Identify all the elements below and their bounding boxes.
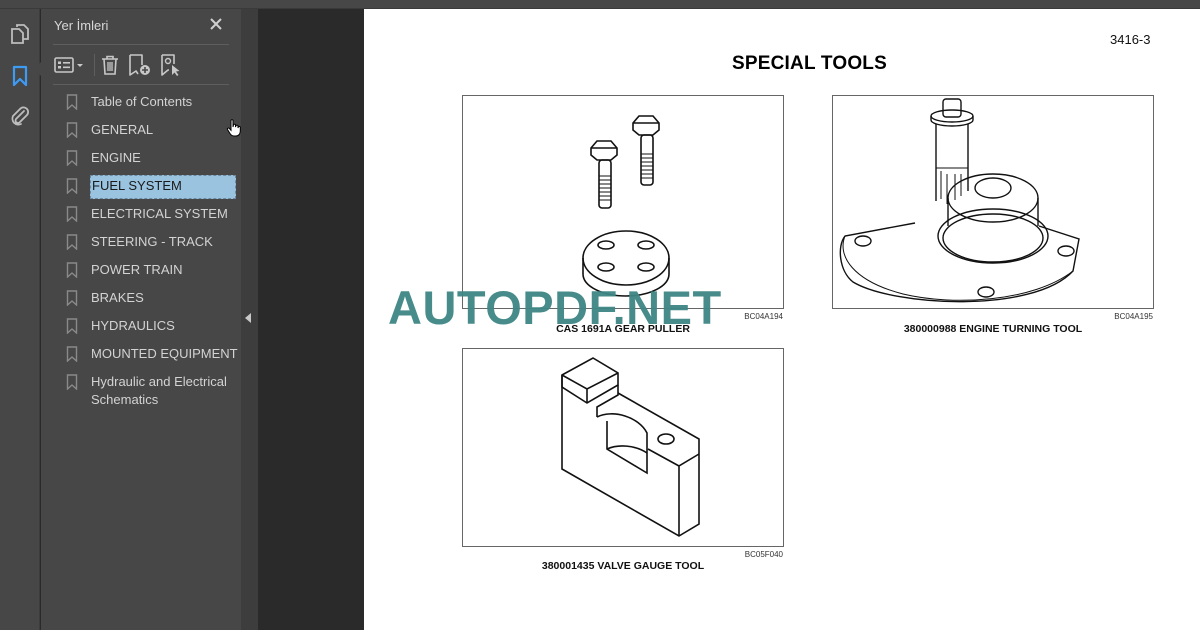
- bookmark-icon: [66, 178, 78, 194]
- options-menu-icon: [54, 57, 83, 73]
- bookmark-label: ENGINE: [91, 150, 141, 165]
- bookmark-icon: [66, 234, 78, 250]
- delete-icon: [102, 55, 118, 75]
- bookmarks-button[interactable]: [8, 64, 32, 88]
- page-title: SPECIAL TOOLS: [732, 53, 887, 74]
- figure-valve-gauge-tool: BC05F040: [462, 348, 784, 559]
- pages-icon: [11, 24, 29, 44]
- bookmark-icon: [66, 318, 78, 334]
- figure-code: BC05F040: [744, 550, 783, 559]
- valve-gauge-tool-illustration: [561, 357, 700, 537]
- page-thumbnails-button[interactable]: [8, 22, 32, 46]
- figure-caption: 380000988 ENGINE TURNING TOOL: [903, 323, 1083, 335]
- attachments-button[interactable]: [8, 104, 32, 128]
- bookmark-label: HYDRAULICS: [91, 318, 175, 333]
- add-bookmark-icon: [129, 54, 150, 76]
- close-panel-button[interactable]: [207, 15, 225, 33]
- panel-separator: [53, 44, 229, 45]
- toolbar-divider: [94, 54, 95, 76]
- attachment-icon: [11, 106, 29, 126]
- bookmark-item[interactable]: BRAKES: [66, 287, 241, 311]
- engine-turning-tool-illustration: [839, 98, 1080, 303]
- bookmark-icon: [66, 206, 78, 222]
- add-bookmark-button[interactable]: [127, 52, 153, 78]
- figure-code: BC04A194: [744, 312, 783, 321]
- figure-gear-puller: BC04A194: [462, 95, 784, 321]
- bookmark-icon: [12, 65, 28, 87]
- panel-separator-2: [53, 84, 229, 85]
- bookmark-item[interactable]: ELECTRICAL SYSTEM: [66, 203, 241, 227]
- bookmark-item[interactable]: Table of Contents: [66, 91, 241, 115]
- bookmark-icon: [66, 94, 78, 110]
- close-icon: [210, 18, 222, 30]
- bookmark-label: STEERING - TRACK: [91, 234, 213, 249]
- page-number: 3416-3: [1110, 32, 1151, 47]
- options-menu-button[interactable]: [53, 52, 87, 78]
- bookmark-icon: [66, 374, 78, 390]
- bookmark-label[interactable]: FUEL SYSTEM: [90, 175, 236, 199]
- bookmarks-toolbar: [53, 52, 229, 78]
- figure-code: BC04A195: [1114, 312, 1153, 321]
- bookmark-label: ELECTRICAL SYSTEM: [91, 206, 228, 221]
- bookmark-item[interactable]: GENERAL: [66, 119, 241, 143]
- bookmark-icon: [66, 346, 78, 362]
- delete-bookmark-button[interactable]: [99, 52, 121, 78]
- document-page: 3416-3 SPECIAL TOOLS BC04A194 CAS 1691A …: [364, 9, 1200, 630]
- figure-engine-turning-tool: BC04A195: [832, 95, 1154, 321]
- bookmark-icon: [66, 290, 78, 306]
- bookmark-icon: [66, 122, 78, 138]
- bookmark-label: MOUNTED EQUIPMENT: [91, 346, 238, 361]
- bookmark-item[interactable]: Hydraulic and Electrical Schematics: [66, 371, 241, 411]
- panel-title: Yer İmleri: [54, 18, 109, 33]
- collapse-panel-button[interactable]: [245, 313, 251, 323]
- bookmark-label: Hydraulic and Electrical Schematics: [91, 374, 227, 407]
- bookmark-icon: [66, 262, 78, 278]
- bookmark-item[interactable]: POWER TRAIN: [66, 259, 241, 283]
- bookmark-item[interactable]: STEERING - TRACK: [66, 231, 241, 255]
- bookmark-item[interactable]: MOUNTED EQUIPMENT: [66, 343, 241, 367]
- bookmark-label: BRAKES: [91, 290, 144, 305]
- hand-cursor-icon: [226, 119, 241, 137]
- bookmark-item[interactable]: ENGINE: [66, 147, 241, 171]
- bookmark-icon: [66, 150, 78, 166]
- bookmark-properties-button[interactable]: [159, 52, 183, 78]
- bookmark-label: GENERAL: [91, 122, 154, 137]
- left-rail: [0, 9, 40, 630]
- bookmark-item-selected[interactable]: FUEL SYSTEM: [66, 175, 241, 199]
- bookmark-item[interactable]: HYDRAULICS: [66, 315, 241, 339]
- active-tab-pointer: [34, 62, 41, 76]
- bookmark-label: POWER TRAIN: [91, 262, 183, 277]
- figure-caption: 380001435 VALVE GAUGE TOOL: [541, 560, 705, 572]
- top-bar: [0, 0, 1200, 9]
- bookmark-properties-icon: [161, 54, 180, 76]
- bookmark-label: Table of Contents: [91, 94, 193, 109]
- gear-puller-illustration: [582, 115, 670, 297]
- figure-caption: CAS 1691A GEAR PULLER: [556, 323, 690, 335]
- bookmarks-panel: Yer İmleri Table of Contents GENERAL ENG…: [41, 9, 241, 630]
